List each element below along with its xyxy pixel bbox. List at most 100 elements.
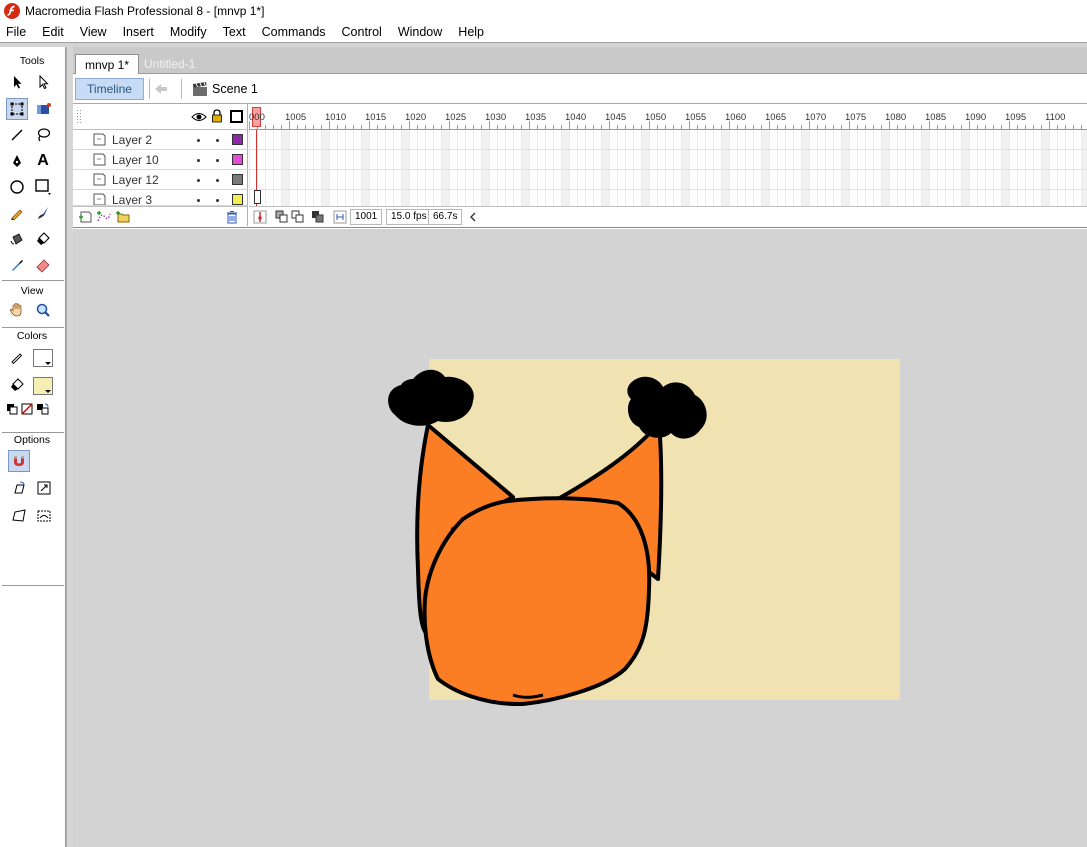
menu-help[interactable]: Help — [450, 25, 492, 39]
visibility-dot[interactable] — [197, 179, 200, 182]
menu-insert[interactable]: Insert — [115, 25, 162, 39]
frames-grid-lines — [249, 130, 1087, 206]
ruler-label: 1020 — [405, 112, 427, 123]
oval-tool-icon[interactable] — [6, 176, 28, 198]
lock-dot[interactable] — [216, 139, 219, 142]
scale-icon[interactable] — [33, 477, 55, 499]
layer-outline-color[interactable] — [232, 174, 243, 185]
onion-skin-icon[interactable] — [275, 210, 289, 224]
lasso-tool-icon[interactable] — [32, 124, 54, 146]
pencil-tool-icon[interactable] — [6, 202, 28, 224]
layer-row[interactable]: Layer 12 — [73, 170, 248, 190]
delete-layer-trash-icon[interactable] — [226, 210, 238, 224]
current-frame-field: 1001 — [350, 209, 383, 225]
snap-to-objects-icon[interactable] — [8, 450, 30, 472]
keyframe-cell[interactable] — [254, 190, 261, 204]
scroll-left-icon[interactable] — [469, 212, 477, 222]
layer-row[interactable]: Layer 2 — [73, 130, 248, 150]
free-transform-tool-icon[interactable] — [6, 98, 28, 120]
visibility-dot[interactable] — [197, 159, 200, 162]
frame-ruler[interactable]: 000 1005 1010 1015 1020 1025 1030 1035 1040 1045 1… — [249, 104, 1087, 130]
eye-icon[interactable] — [191, 111, 207, 123]
distort-icon[interactable] — [8, 505, 30, 527]
brush-tool-icon[interactable] — [32, 202, 54, 224]
ruler-label: 1075 — [845, 112, 867, 123]
onion-skin-outlines-icon[interactable] — [291, 210, 305, 224]
tab-untitled-1[interactable]: Untitled-1 — [135, 54, 204, 74]
layer-row[interactable]: Layer 3 — [73, 190, 248, 206]
ruler-label: 1070 — [805, 112, 827, 123]
stage-workspace[interactable] — [73, 229, 1087, 847]
stroke-color-swatch[interactable] — [33, 349, 53, 367]
layer-outline-color[interactable] — [232, 154, 243, 165]
scene-label[interactable]: Scene 1 — [212, 82, 258, 96]
ruler-label: 1085 — [925, 112, 947, 123]
visibility-dot[interactable] — [197, 139, 200, 142]
subselection-tool-icon[interactable] — [32, 71, 54, 93]
grip-icon[interactable] — [77, 110, 83, 124]
pen-tool-icon[interactable] — [6, 150, 28, 172]
no-color-icon[interactable] — [21, 403, 33, 415]
menu-control[interactable]: Control — [334, 25, 390, 39]
layer-row[interactable]: Layer 10 — [73, 150, 248, 170]
lock-dot[interactable] — [216, 199, 219, 202]
ruler-label: 1055 — [685, 112, 707, 123]
ruler-label: 1060 — [725, 112, 747, 123]
divider — [181, 79, 182, 99]
fill-color-swatch[interactable] — [33, 377, 53, 395]
edit-multiple-frames-icon[interactable] — [311, 210, 325, 224]
layer-outline-color[interactable] — [232, 194, 243, 205]
ruler-label: 1040 — [565, 112, 587, 123]
hand-tool-icon[interactable] — [6, 299, 28, 321]
swap-colors-icon[interactable] — [36, 403, 50, 415]
back-arrow-icon[interactable] — [152, 81, 170, 97]
frame-column-shade — [881, 130, 889, 206]
rotate-skew-icon[interactable] — [8, 477, 30, 499]
panel-splitter[interactable] — [66, 47, 73, 847]
menu-modify[interactable]: Modify — [162, 25, 215, 39]
menu-file[interactable]: File — [0, 25, 34, 39]
frame-column-shade — [641, 130, 649, 206]
frame-column-shade — [801, 130, 809, 206]
ruler-label: 1090 — [965, 112, 987, 123]
zoom-tool-icon[interactable] — [32, 299, 54, 321]
lock-dot[interactable] — [216, 179, 219, 182]
timeline-toggle-button[interactable]: Timeline — [75, 78, 144, 100]
line-tool-icon[interactable] — [6, 124, 28, 146]
paint-bucket-tool-icon[interactable] — [32, 228, 54, 250]
lock-dot[interactable] — [216, 159, 219, 162]
ink-bottle-tool-icon[interactable] — [6, 228, 28, 250]
frame-column-shade — [561, 130, 569, 206]
outline-icon[interactable] — [230, 110, 243, 123]
gradient-transform-tool-icon[interactable] — [32, 98, 54, 120]
ruler-label: 1045 — [605, 112, 627, 123]
menu-commands[interactable]: Commands — [254, 25, 334, 39]
eyedropper-tool-icon[interactable] — [6, 254, 28, 276]
window-title: Macromedia Flash Professional 8 - [mnvp … — [25, 4, 265, 18]
menu-window[interactable]: Window — [390, 25, 450, 39]
selection-tool-icon[interactable] — [6, 71, 28, 93]
frame-rate-field[interactable]: 15.0 fps — [386, 209, 432, 225]
center-frame-icon[interactable] — [253, 210, 267, 224]
menu-text[interactable]: Text — [215, 25, 254, 39]
menu-edit[interactable]: Edit — [34, 25, 72, 39]
options-heading: Options — [13, 434, 51, 446]
black-white-icon[interactable] — [6, 403, 18, 415]
envelope-icon[interactable] — [33, 505, 55, 527]
frames-grid[interactable] — [249, 130, 1087, 206]
frame-column-shade — [1041, 130, 1049, 206]
layer-outline-color[interactable] — [232, 134, 243, 145]
modify-onion-markers-icon[interactable] — [333, 210, 347, 224]
insert-folder-icon[interactable] — [115, 210, 131, 224]
tab-mnvp-1[interactable]: mnvp 1* — [75, 54, 140, 74]
text-tool-icon[interactable]: A — [32, 150, 54, 172]
menu-view[interactable]: View — [72, 25, 115, 39]
eraser-tool-icon[interactable] — [32, 254, 54, 276]
rectangle-tool-icon[interactable] — [32, 176, 54, 198]
insert-layer-icon[interactable] — [78, 210, 94, 224]
visibility-dot[interactable] — [197, 199, 200, 202]
fox-drawing[interactable] — [73, 229, 1087, 847]
clapperboard-icon — [192, 81, 208, 97]
add-motion-guide-icon[interactable] — [96, 210, 112, 224]
lock-icon[interactable] — [211, 109, 223, 123]
